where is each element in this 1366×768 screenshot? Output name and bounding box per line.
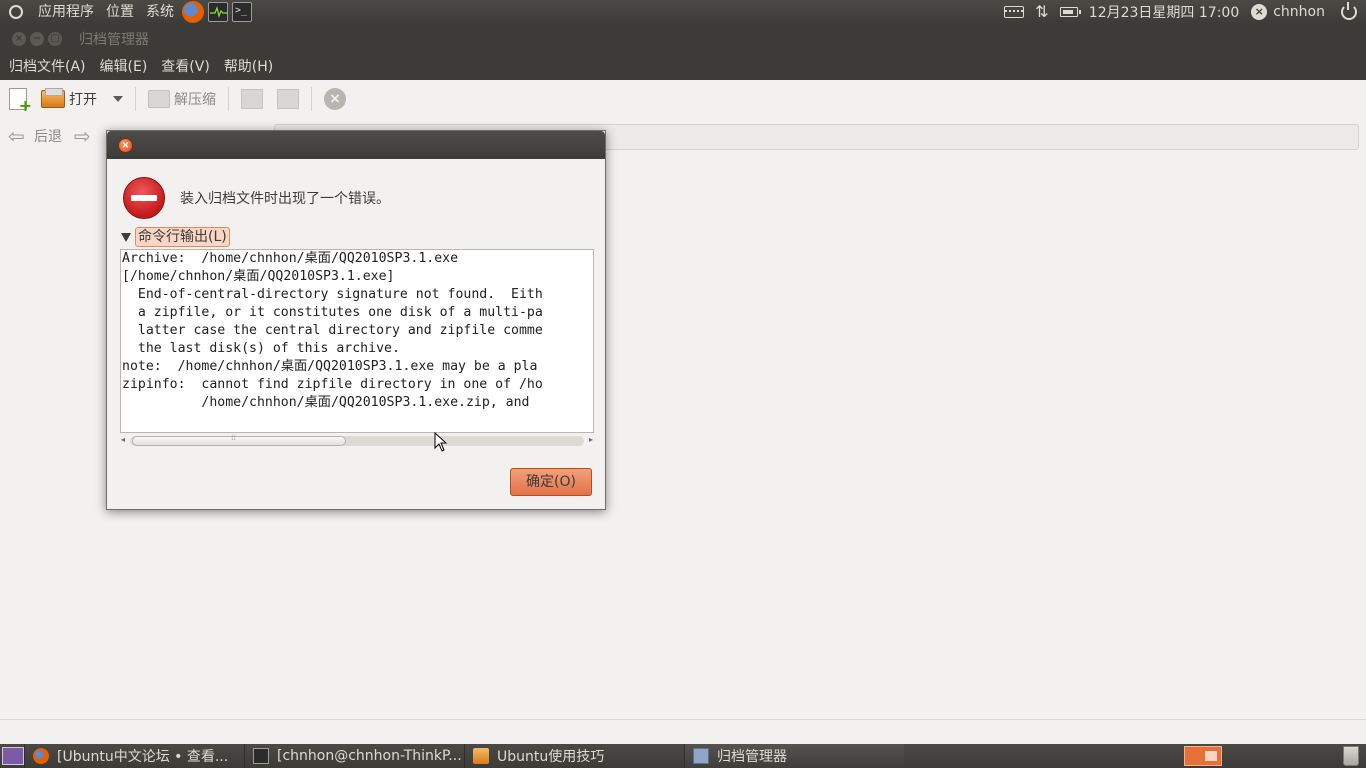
taskbar-item-label: 归档管理器 [717,749,787,765]
menubar: 归档文件(A) 编辑(E) 查看(V) 帮助(H) [0,54,1366,80]
stop-icon: × [324,88,346,110]
terminal-launcher-icon[interactable]: >_ [232,2,252,22]
taskbar-item[interactable]: Ubuntu使用技巧 [464,744,684,768]
scroll-left-icon[interactable]: ◂ [121,435,125,444]
window-close-button[interactable]: × [12,32,26,46]
firefox-launcher-icon[interactable] [182,1,204,23]
menu-applications[interactable]: 应用程序 [32,0,100,24]
horizontal-scrollbar[interactable]: ◂ ▸ [120,433,594,448]
power-icon[interactable] [1341,2,1357,20]
terminal-icon [253,748,269,764]
toolbar-separator [228,87,229,111]
scrollbar-thumb[interactable] [132,433,346,446]
statusbar [0,719,1366,744]
ok-button[interactable]: 确定(O) [510,468,592,496]
add-files-icon [241,89,263,109]
output-line: [/home/chnhon/桌面/QQ2010SP3.1.exe] [122,269,395,284]
dialog-titlebar: × [107,131,605,159]
menu-edit[interactable]: 编辑(E) [93,54,155,80]
top-panel: 应用程序 位置 系统 >_ ⇅ 12月23日星期四 17:00 × chnhon [0,0,1366,24]
output-line: Archive: /home/chnhon/桌面/QQ2010SP3.1.exe [122,251,459,266]
command-output-textview[interactable]: Archive: /home/chnhon/桌面/QQ2010SP3.1.exe… [120,249,594,433]
taskbar-item[interactable]: [Ubuntu中文论坛 • 查看... [24,744,244,768]
clock[interactable]: 12月23日星期四 17:00 [1089,2,1239,22]
extract-button[interactable]: 解压缩 [148,84,216,114]
open-folder-icon [41,88,65,108]
firefox-icon [33,748,49,764]
battery-icon[interactable] [1059,7,1081,17]
add-folder-icon [277,89,299,109]
new-archive-icon [9,88,32,115]
expander-arrow-icon [121,232,131,242]
user-status-icon[interactable]: × [1251,4,1268,20]
taskbar-item-label: Ubuntu使用技巧 [497,749,605,765]
ubuntu-logo-icon[interactable] [6,2,26,22]
command-output-text: Archive: /home/chnhon/桌面/QQ2010SP3.1.exe… [121,250,593,412]
scroll-right-icon[interactable]: ▸ [589,435,593,444]
taskbar-item-label: [chnhon@chnhon-ThinkP... [277,748,462,764]
error-icon [123,177,165,219]
menu-help[interactable]: 帮助(H) [217,54,280,80]
open-button-label: 打开 [69,92,97,108]
expander-label: 命令行输出(L) [135,227,230,247]
back-arrow-icon[interactable]: ⇦ [8,124,30,148]
output-line: a zipfile, or it constitutes one disk of… [122,305,543,320]
output-line: zipinfo: cannot find zipfile directory i… [122,377,543,392]
toolbar-separator [311,87,312,111]
command-output-expander[interactable]: 命令行输出(L) [121,227,230,247]
workspace-switcher[interactable] [1184,746,1222,766]
system-monitor-launcher-icon[interactable] [208,2,228,22]
window-minimize-button[interactable]: − [30,32,44,46]
open-recent-dropdown-icon[interactable] [113,96,123,102]
username[interactable]: chnhon [1273,4,1325,20]
output-line: End-of-central-directory signature not f… [122,287,543,302]
menu-system[interactable]: 系统 [140,0,180,24]
window-title: 归档管理器 [79,32,149,48]
output-line: latter case the central directory and zi… [122,323,543,338]
error-message: 装入归档文件时出现了一个错误。 [180,191,390,207]
menu-archive[interactable]: 归档文件(A) [2,54,93,80]
add-files-button[interactable] [241,84,263,114]
window-maximize-button[interactable]: □ [48,32,62,46]
back-button-label[interactable]: 后退 [34,126,62,146]
trash-icon[interactable] [1343,746,1359,766]
taskbar-item-active[interactable]: 归档管理器 [684,744,904,768]
network-icon[interactable]: ⇅ [1034,4,1050,20]
toolbar: 打开 解压缩 × [0,80,1366,118]
stop-button[interactable]: × [324,84,346,114]
forward-arrow-icon[interactable]: ⇨ [74,124,91,148]
extract-icon [148,90,170,108]
menu-view[interactable]: 查看(V) [154,54,217,80]
bottom-panel: [Ubuntu中文论坛 • 查看... [chnhon@chnhon-Think… [0,744,1366,768]
error-dialog: × 装入归档文件时出现了一个错误。 命令行输出(L) Archive: /hom… [106,130,606,510]
dialog-close-button[interactable]: × [118,138,133,153]
open-button[interactable]: 打开 [41,84,97,114]
menu-places[interactable]: 位置 [100,0,140,24]
new-archive-button[interactable] [9,84,32,115]
output-line: the last disk(s) of this archive. [122,341,400,356]
taskbar-item-label: [Ubuntu中文论坛 • 查看... [57,749,229,765]
folder-icon [473,748,489,764]
window-titlebar: × − □ 归档管理器 [0,24,1366,54]
taskbar-item[interactable]: [chnhon@chnhon-ThinkP... [244,744,464,768]
keyboard-icon[interactable] [1003,6,1024,18]
mouse-cursor-icon [434,432,448,452]
output-line: note: /home/chnhon/桌面/QQ2010SP3.1.exe ma… [122,359,538,374]
toolbar-separator [135,87,136,111]
show-desktop-icon[interactable] [2,747,24,765]
add-folder-button[interactable] [277,84,299,114]
archive-manager-icon [693,748,709,764]
output-line: /home/chnhon/桌面/QQ2010SP3.1.exe.zip, and [122,395,530,410]
extract-button-label: 解压缩 [174,92,216,108]
